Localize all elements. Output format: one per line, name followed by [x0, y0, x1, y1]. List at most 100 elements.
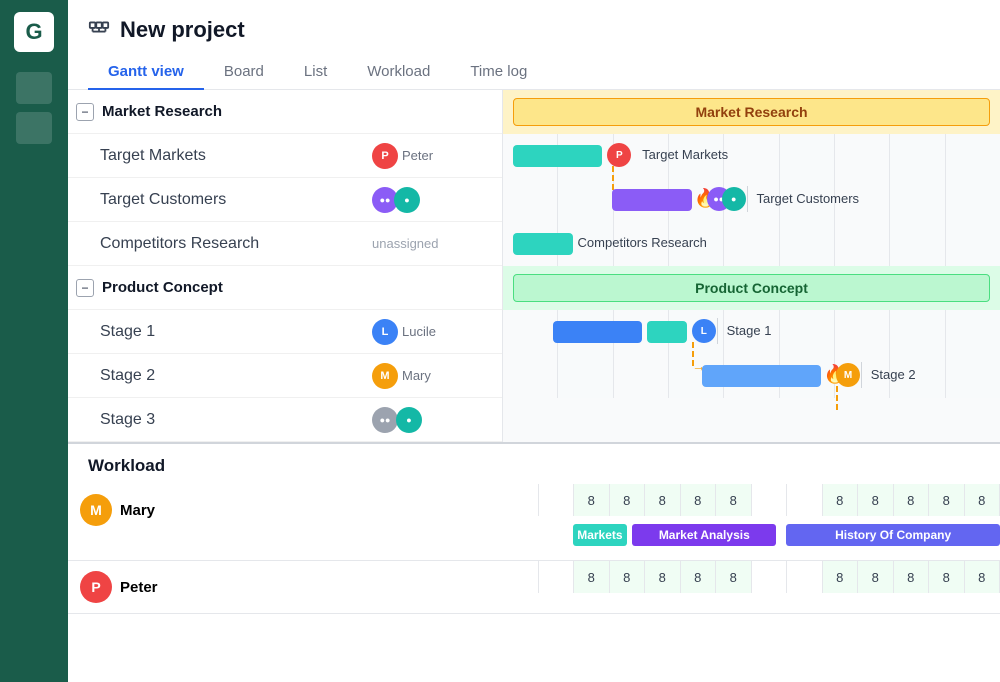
wc-mary-12: 8 — [929, 484, 965, 516]
sidebar-nav-item-2[interactable] — [16, 112, 52, 144]
group-bar-product-concept-row: Product Concept — [503, 266, 1000, 310]
wc-peter-1 — [539, 561, 575, 593]
gantt-row-target-markets: P Target Markets — [503, 134, 1000, 178]
wc-mary-13: 8 — [965, 484, 1000, 516]
label-stage1: Stage 1 — [727, 323, 772, 338]
wc-peter-4: 8 — [645, 561, 681, 593]
connector-stage2 — [836, 386, 838, 410]
app-logo: G — [14, 12, 54, 52]
label-competitors: Competitors Research — [578, 235, 707, 250]
toggle-product-concept[interactable]: − — [76, 279, 94, 297]
project-icon — [88, 16, 110, 43]
wc-peter-3: 8 — [610, 561, 646, 593]
workload-right-mary: 8 8 8 8 8 8 8 8 8 8 — [503, 484, 1000, 560]
wc-peter-2: 8 — [574, 561, 610, 593]
page-title: New project — [120, 17, 245, 43]
workload-title: Workload — [68, 444, 1000, 484]
group-market-research-label: Market Research — [102, 103, 502, 120]
task-stage-2: Stage 2 M Mary — [68, 354, 502, 398]
label-target-markets: Target Markets — [642, 147, 728, 162]
group-bar-product-concept-label: Product Concept — [695, 280, 808, 296]
divider-tc — [747, 186, 748, 212]
assignee-target-customers: ●● ● — [372, 187, 502, 213]
gantt-row-competitors: Competitors Research — [503, 222, 1000, 266]
divider-stage1 — [717, 318, 718, 344]
task-name-stage-1: Stage 1 — [100, 323, 372, 341]
task-name-stage-2: Stage 2 — [100, 367, 372, 385]
nav-tabs: Gantt view Board List Workload Time log — [88, 55, 980, 89]
sidebar-nav-item-1[interactable] — [16, 72, 52, 104]
wc-mary-0 — [503, 484, 539, 516]
workload-person-peter: P Peter — [80, 571, 491, 603]
sidebar: G — [0, 0, 68, 682]
wc-mary-8 — [787, 484, 823, 516]
avatar-stage3-1: ●● — [372, 407, 398, 433]
header: New project Gantt view Board List Worklo… — [68, 0, 1000, 90]
avatar-peter-workload: P — [80, 571, 112, 603]
tab-workload[interactable]: Workload — [347, 55, 450, 90]
group-bar-market-research: Market Research — [513, 98, 990, 126]
tab-gantt-view[interactable]: Gantt view — [88, 55, 204, 90]
task-stage-1: Stage 1 L Lucile — [68, 310, 502, 354]
assignee-target-markets: P Peter — [372, 143, 502, 169]
avatar-target-markets-inline: P — [607, 143, 631, 167]
workload-row-peter: P Peter 8 8 8 8 8 — [68, 561, 1000, 614]
workload-section: Workload M Mary — [68, 444, 1000, 682]
label-stage2: Stage 2 — [871, 367, 916, 382]
wc-mary-9: 8 — [823, 484, 859, 516]
gantt-section: − Market Research Target Markets P Peter… — [68, 90, 1000, 444]
wb-mary-history: History Of Company — [786, 524, 1000, 546]
wc-mary-5: 8 — [681, 484, 717, 516]
avatar-mary: M — [372, 363, 398, 389]
avatar-mary-workload: M — [80, 494, 112, 526]
bar-competitors — [513, 233, 573, 255]
wc-mary-10: 8 — [858, 484, 894, 516]
avatar-group-2: ● — [394, 187, 420, 213]
avatar-stage1-inline: L — [692, 319, 716, 343]
avatar-stage2-inline: M — [836, 363, 860, 387]
task-target-markets: Target Markets P Peter — [68, 134, 502, 178]
wb-mary-markets: Markets — [573, 524, 628, 546]
content-area: − Market Research Target Markets P Peter… — [68, 90, 1000, 682]
label-target-customers: Target Customers — [756, 191, 859, 206]
wc-peter-5: 8 — [681, 561, 717, 593]
task-name-stage-3: Stage 3 — [100, 411, 372, 429]
wc-mary-2: 8 — [574, 484, 610, 516]
group-bar-market-research-label: Market Research — [695, 104, 807, 120]
wc-peter-0 — [503, 561, 539, 593]
toggle-market-research[interactable]: − — [76, 103, 94, 121]
bar-stage1-teal — [647, 321, 687, 343]
wc-mary-3: 8 — [610, 484, 646, 516]
tab-board[interactable]: Board — [204, 55, 284, 90]
workload-row-mary: M Mary 8 8 8 8 8 — [68, 484, 1000, 561]
workload-name-peter: Peter — [120, 579, 158, 596]
group-bar-market-research-row: Market Research — [503, 90, 1000, 134]
wc-mary-7 — [752, 484, 788, 516]
assignee-stage-1: L Lucile — [372, 319, 502, 345]
task-competitors-research: Competitors Research unassigned — [68, 222, 502, 266]
group-product-concept-label: Product Concept — [102, 279, 502, 296]
wc-peter-12: 8 — [929, 561, 965, 593]
wc-mary-1 — [539, 484, 575, 516]
wc-mary-4: 8 — [645, 484, 681, 516]
wc-peter-9: 8 — [823, 561, 859, 593]
workload-name-mary: Mary — [120, 502, 155, 519]
task-name-target-markets: Target Markets — [100, 147, 372, 165]
wc-peter-11: 8 — [894, 561, 930, 593]
avatar-tc-2: ● — [722, 187, 746, 211]
workload-left-mary: M Mary — [68, 484, 503, 560]
avatar-peter: P — [372, 143, 398, 169]
avatar-lucile: L — [372, 319, 398, 345]
tab-time-log[interactable]: Time log — [450, 55, 547, 90]
assignee-competitors-research: unassigned — [372, 236, 502, 251]
workload-left-peter: P Peter — [68, 561, 503, 613]
task-name-competitors-research: Competitors Research — [100, 235, 372, 253]
wc-peter-10: 8 — [858, 561, 894, 593]
avatar-stage3-2: ● — [396, 407, 422, 433]
gantt-left-panel: − Market Research Target Markets P Peter… — [68, 90, 503, 442]
wc-peter-13: 8 — [965, 561, 1000, 593]
tab-list[interactable]: List — [284, 55, 347, 90]
main-content: New project Gantt view Board List Worklo… — [68, 0, 1000, 682]
divider-stage2 — [861, 362, 862, 388]
task-stage-3: Stage 3 ●● ● — [68, 398, 502, 442]
